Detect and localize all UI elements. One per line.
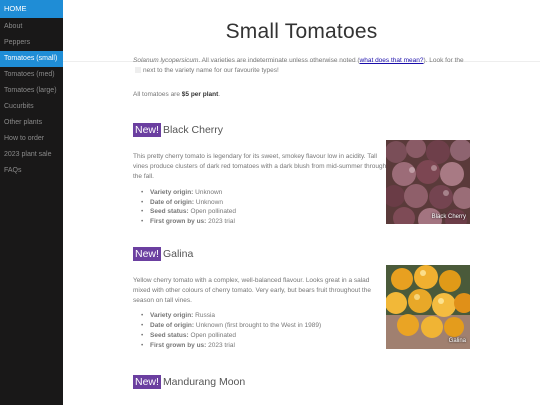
fact-seed: Seed status: Open pollinated [133, 207, 383, 217]
intro-text: Solanum lycopersicum. All varieties are … [133, 56, 470, 99]
main-content: Small Tomatoes Solanum lycopersicum. All… [63, 0, 540, 405]
variety-description: This pretty cherry tomato is legendary f… [133, 153, 387, 180]
page-header: Small Tomatoes [63, 0, 540, 62]
variety-title: New! Black Cherry [133, 123, 470, 138]
fact-seed: Seed status: Open pollinated [133, 331, 383, 341]
price-prefix: All tomatoes are [133, 90, 182, 98]
variety-title: New! Mandurang Moon [133, 374, 470, 389]
variety-description: Yellow cherry tomato with a complex, wel… [133, 276, 371, 304]
variety-name: Black Cherry [162, 124, 224, 137]
variety-name: Galina [162, 247, 194, 260]
variety-name: Mandurang Moon [162, 375, 246, 388]
fact-origin: Variety origin: Unknown [133, 188, 383, 198]
favourite-marker-icon [135, 67, 141, 74]
price-suffix: . [218, 90, 221, 98]
fact-grown: First grown by us: 2023 trial [133, 217, 383, 227]
photo-caption: Black Cherry [431, 213, 466, 220]
fact-origin: Variety origin: Russia [133, 311, 383, 321]
new-badge: New! [133, 246, 161, 261]
nav-item-tomatoes-large[interactable]: Tomatoes (large) [0, 83, 63, 99]
species-name: Solanum lycopersicum [133, 57, 199, 64]
fact-grown: First grown by us: 2023 trial [133, 341, 383, 351]
page-title: Small Tomatoes [225, 20, 378, 43]
intro-text-2: ). Look for the [423, 57, 464, 64]
nav-item-about[interactable]: About [0, 19, 63, 35]
photo-caption: Galina [448, 338, 466, 345]
intro-text-1: . All varieties are indeterminate unless… [198, 57, 360, 64]
intro-text-3: next to the variety name for our favouri… [143, 66, 279, 74]
nav-item-plant-sale[interactable]: 2023 plant sale [0, 147, 63, 163]
nav-item-cucurbits[interactable]: Cucurbits [0, 99, 63, 115]
galina-photo: Galina [386, 264, 470, 349]
nav-item-other-plants[interactable]: Other plants [0, 115, 63, 131]
fact-date: Date of origin: Unknown [133, 198, 383, 208]
price-value: $5 per plant [181, 90, 219, 98]
variety-mandurang-moon: New! Mandurang Moon [133, 374, 470, 389]
variety-galina: New! Galina Galina Yellow cherry tomato … [133, 246, 470, 351]
nav-item-tomatoes-med[interactable]: Tomatoes (med) [0, 67, 63, 83]
variety-list: Solanum lycopersicum. All varieties are … [63, 56, 540, 389]
indeterminate-help-link[interactable]: what does that mean? [360, 57, 424, 64]
nav-home-link[interactable]: HOME [0, 0, 63, 18]
nav-item-faqs[interactable]: FAQs [0, 163, 63, 179]
variety-black-cherry: New! Black Cherry Black Cherry This pret… [133, 123, 470, 227]
variety-facts: Variety origin: Unknown Date of origin: … [133, 188, 383, 227]
nav-item-peppers[interactable]: Peppers [0, 35, 63, 51]
nav-item-how-to-order[interactable]: How to order [0, 131, 63, 147]
new-badge: New! [133, 374, 161, 389]
variety-facts: Variety origin: Russia Date of origin: U… [133, 311, 383, 350]
new-badge: New! [133, 123, 161, 138]
variety-title: New! Galina [133, 246, 470, 261]
black-cherry-photo: Black Cherry [386, 140, 470, 225]
nav-item-tomatoes-small[interactable]: Tomatoes (small) [0, 51, 63, 67]
fact-date: Date of origin: Unknown (first brought t… [133, 321, 383, 331]
sidebar-nav: HOME About Peppers Tomatoes (small) Toma… [0, 0, 63, 405]
